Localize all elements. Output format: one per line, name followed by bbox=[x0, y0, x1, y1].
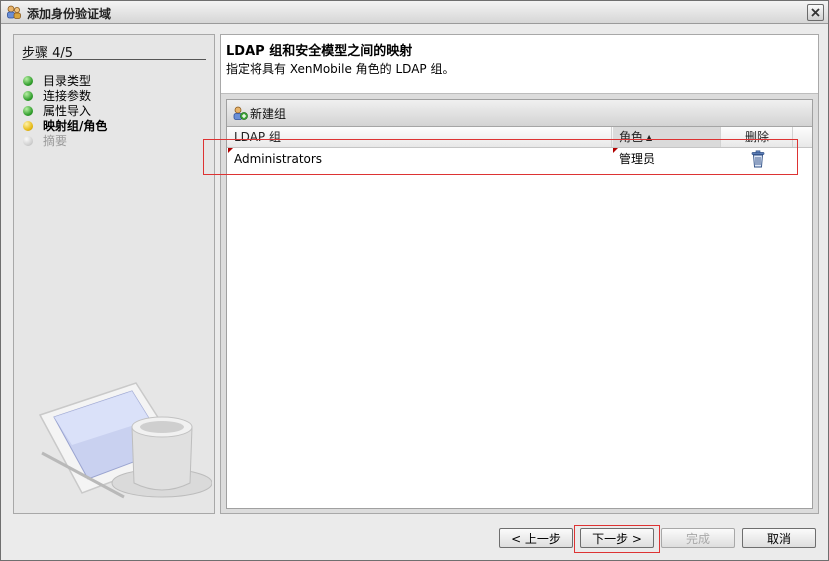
new-group-button[interactable]: 新建组 bbox=[232, 104, 286, 122]
step-current-icon bbox=[23, 121, 33, 131]
wizard-hat-illustration bbox=[38, 382, 212, 499]
content-panel: LDAP 组和安全模型之间的映射 指定将具有 XenMobile 角色的 LDA… bbox=[220, 34, 819, 514]
window-title: 添加身份验证域 bbox=[27, 7, 112, 21]
step-divider bbox=[22, 59, 206, 60]
step-done-icon bbox=[23, 76, 33, 86]
step-done-icon bbox=[23, 106, 33, 116]
users-icon bbox=[7, 5, 21, 19]
step-label: 属性导入 bbox=[43, 104, 92, 118]
cancel-button[interactable]: 取消 bbox=[742, 528, 816, 548]
step-item-connection-params: 连接参数 bbox=[22, 89, 107, 104]
step-label: 目录类型 bbox=[43, 74, 92, 88]
step-label: 摘要 bbox=[43, 134, 68, 148]
step-done-icon bbox=[23, 91, 33, 101]
title-bar[interactable]: 添加身份验证域 bbox=[1, 1, 828, 24]
new-group-label: 新建组 bbox=[250, 106, 287, 121]
row-highlight-box bbox=[203, 139, 798, 175]
page-subtitle: 指定将具有 XenMobile 角色的 LDAP 组。 bbox=[226, 62, 455, 76]
page-title: LDAP 组和安全模型之间的映射 bbox=[226, 44, 413, 59]
back-button[interactable]: < 上一步 bbox=[499, 528, 573, 548]
close-icon bbox=[811, 8, 820, 17]
step-list: 目录类型 连接参数 属性导入 映射组/角色 摘要 bbox=[22, 74, 107, 149]
grid-toolbar: 新建组 bbox=[227, 100, 812, 127]
dialog-window: 添加身份验证域 步骤 4/5 目录类型 连接参数 属性导入 映射组/角色 摘要 bbox=[0, 0, 829, 561]
finish-button[interactable]: 完成 bbox=[661, 528, 735, 548]
step-label: 连接参数 bbox=[43, 89, 92, 103]
wizard-steps-panel: 步骤 4/5 目录类型 连接参数 属性导入 映射组/角色 摘要 bbox=[13, 34, 215, 514]
content-header: LDAP 组和安全模型之间的映射 指定将具有 XenMobile 角色的 LDA… bbox=[221, 35, 818, 94]
step-item-summary: 摘要 bbox=[22, 134, 107, 149]
next-button-highlight-box bbox=[574, 525, 660, 553]
step-label: 映射组/角色 bbox=[43, 119, 108, 133]
step-item-directory-type: 目录类型 bbox=[22, 74, 107, 89]
step-item-map-groups-roles: 映射组/角色 bbox=[22, 119, 107, 134]
step-pending-icon bbox=[23, 136, 33, 146]
close-button[interactable] bbox=[807, 4, 824, 21]
add-group-icon bbox=[233, 106, 248, 120]
step-item-attribute-import: 属性导入 bbox=[22, 104, 107, 119]
